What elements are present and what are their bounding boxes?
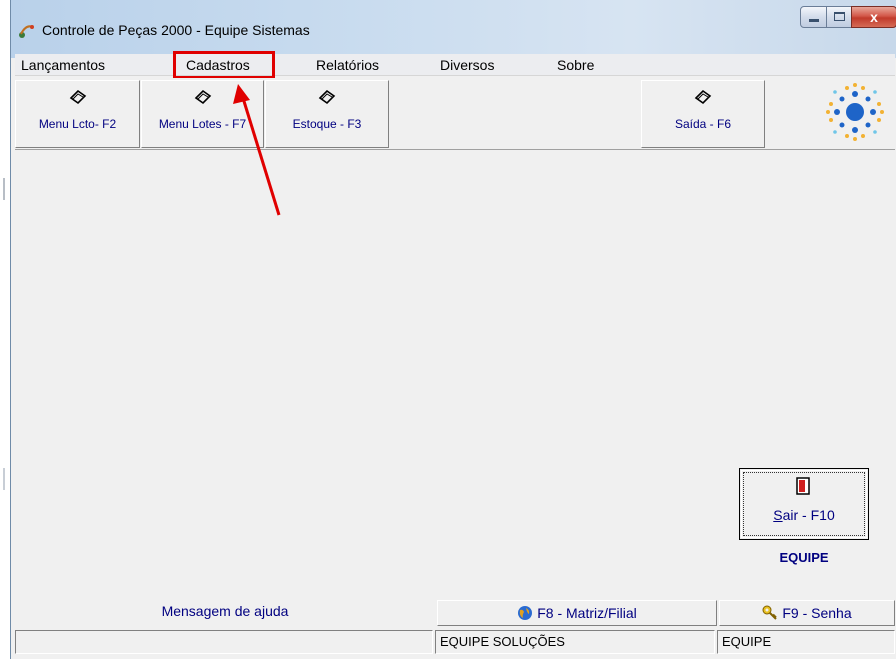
toolbar: Menu Lcto- F2 Menu Lotes - F7 Estoque - … xyxy=(15,78,895,150)
help-message: Mensagem de ajuda xyxy=(161,603,289,619)
main-area: Sair - F10 EQUIPE xyxy=(15,152,895,596)
window-title: Controle de Peças 2000 - Equipe Sistemas xyxy=(42,22,310,38)
title-bar[interactable]: Controle de Peças 2000 - Equipe Sistemas… xyxy=(11,0,896,58)
close-button[interactable]: x xyxy=(851,6,896,28)
equipe-logo-icon xyxy=(826,83,884,141)
app-icon xyxy=(19,25,34,38)
senha-label: F9 - Senha xyxy=(782,605,852,621)
open-book-icon xyxy=(194,89,211,105)
matriz-filial-label: F8 - Matriz/Filial xyxy=(537,605,637,621)
status-panel-user: EQUIPE xyxy=(717,630,895,654)
desktop-edge-mark xyxy=(3,178,5,200)
maximize-icon xyxy=(834,12,845,21)
saida-button[interactable]: Saída - F6 xyxy=(641,80,765,148)
exit-button[interactable]: Sair - F10 xyxy=(739,468,869,540)
saida-label: Saída - F6 xyxy=(674,117,732,131)
minimize-button[interactable] xyxy=(800,6,827,28)
globe-icon xyxy=(518,606,533,620)
maximize-button[interactable] xyxy=(826,6,852,28)
menu-bar: Lançamentos Cadastros Relatórios Diverso… xyxy=(15,54,895,76)
menu-relatorios[interactable]: Relatórios xyxy=(316,54,379,76)
app-window: Controle de Peças 2000 - Equipe Sistemas… xyxy=(10,0,896,659)
menu-sobre[interactable]: Sobre xyxy=(557,54,594,76)
menu-lancamentos[interactable]: Lançamentos xyxy=(21,54,105,76)
status-panel-empty xyxy=(15,630,433,654)
open-book-icon xyxy=(694,89,712,105)
estoque-label: Estoque - F3 xyxy=(292,117,362,131)
menu-lcto-button[interactable]: Menu Lcto- F2 xyxy=(15,80,140,148)
function-key-bar: Mensagem de ajuda F8 - Matriz/Filial F9 … xyxy=(15,598,895,628)
exit-label: Sair - F10 xyxy=(740,507,868,523)
key-icon xyxy=(762,605,778,620)
minimize-icon xyxy=(809,19,819,22)
open-book-icon xyxy=(318,89,336,105)
desktop-edge-mark xyxy=(3,468,5,490)
exit-shortcut-letter: S xyxy=(773,507,783,523)
menu-diversos[interactable]: Diversos xyxy=(440,54,494,76)
status-panel-company: EQUIPE SOLUÇÕES xyxy=(435,630,715,654)
menu-lcto-label: Menu Lcto- F2 xyxy=(38,117,117,131)
brand-label: EQUIPE xyxy=(779,550,829,565)
close-icon: x xyxy=(870,9,878,25)
exit-label-rest: air - F10 xyxy=(782,507,835,523)
desktop-edge xyxy=(0,0,10,659)
window-controls: x xyxy=(800,6,896,28)
cadastros-highlight-box xyxy=(173,51,275,79)
menu-lotes-label: Menu Lotes - F7 xyxy=(158,117,247,131)
senha-button[interactable]: F9 - Senha xyxy=(719,600,895,626)
matriz-filial-button[interactable]: F8 - Matriz/Filial xyxy=(437,600,717,626)
open-book-icon xyxy=(69,89,86,105)
estoque-button[interactable]: Estoque - F3 xyxy=(265,80,389,148)
menu-lotes-button[interactable]: Menu Lotes - F7 xyxy=(141,80,264,148)
door-exit-icon xyxy=(796,477,810,495)
status-bar: EQUIPE SOLUÇÕES EQUIPE xyxy=(15,630,895,654)
